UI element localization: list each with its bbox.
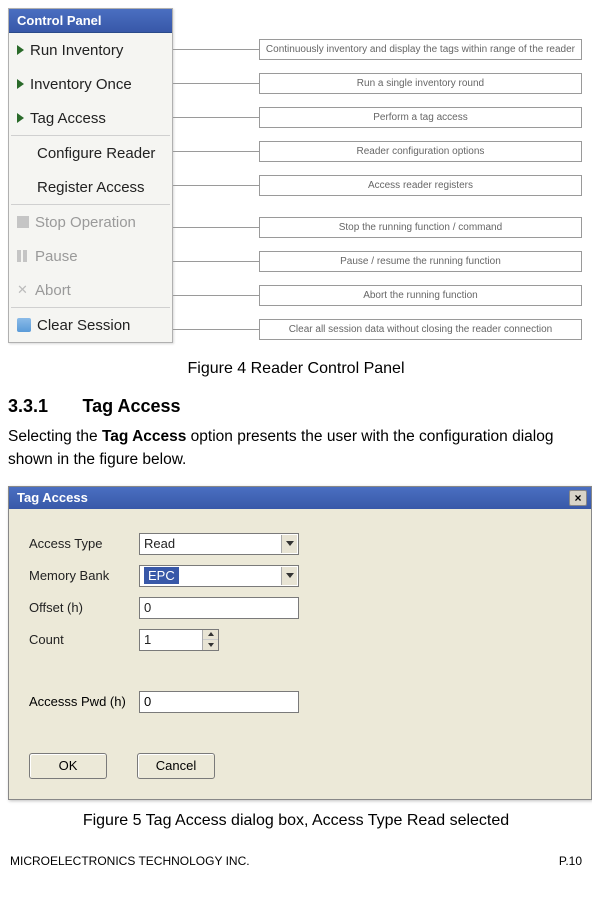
- clear-session-icon: [17, 318, 31, 332]
- close-button[interactable]: ×: [569, 490, 587, 506]
- memory-bank-select[interactable]: EPC: [139, 565, 299, 587]
- select-value: Read: [144, 536, 175, 551]
- spinner-up-icon[interactable]: [203, 630, 218, 641]
- panel-item-configure-reader[interactable]: Configure Reader: [9, 136, 172, 170]
- label-offset: Offset (h): [29, 600, 139, 615]
- section-number: 3.3.1: [8, 396, 48, 416]
- panel-item-label: Pause: [35, 248, 78, 265]
- panel-item-label: Run Inventory: [30, 42, 123, 59]
- callout-text: Pause / resume the running function: [259, 251, 582, 272]
- input-value: 0: [144, 694, 151, 709]
- panel-item-label: Clear Session: [37, 317, 130, 334]
- panel-item-register-access[interactable]: Register Access: [9, 170, 172, 204]
- panel-item-run-inventory[interactable]: Run Inventory: [9, 33, 172, 67]
- play-icon: [17, 45, 24, 55]
- callout-text: Continuously inventory and display the t…: [259, 39, 582, 60]
- access-pwd-input[interactable]: 0: [139, 691, 299, 713]
- spinner-down-icon[interactable]: [203, 640, 218, 650]
- callout-text: Perform a tag access: [259, 107, 582, 128]
- spinner-value: 1: [144, 632, 151, 647]
- input-value: 0: [144, 600, 151, 615]
- count-spinner[interactable]: 1: [139, 629, 219, 651]
- callouts: Continuously inventory and display the t…: [173, 8, 584, 346]
- control-panel: Control Panel Run Inventory Inventory On…: [8, 8, 173, 343]
- panel-item-clear-session[interactable]: Clear Session: [9, 308, 172, 342]
- pause-icon: [17, 250, 29, 262]
- section-title: Tag Access: [83, 396, 181, 416]
- panel-item-inventory-once[interactable]: Inventory Once: [9, 67, 172, 101]
- panel-item-label: Abort: [35, 282, 71, 299]
- figure-caption: Figure 5 Tag Access dialog box, Access T…: [8, 812, 584, 830]
- callout-text: Access reader registers: [259, 175, 582, 196]
- panel-item-label: Tag Access: [30, 110, 106, 127]
- dialog-titlebar: Tag Access ×: [9, 487, 591, 509]
- offset-input[interactable]: 0: [139, 597, 299, 619]
- abort-icon: ✕: [17, 284, 29, 296]
- callout-text: Reader configuration options: [259, 141, 582, 162]
- control-panel-title: Control Panel: [9, 9, 172, 33]
- callout-text: Stop the running function / command: [259, 217, 582, 238]
- figure-caption: Figure 4 Reader Control Panel: [8, 360, 584, 378]
- dialog-title: Tag Access: [17, 490, 88, 505]
- section-body: Selecting the Tag Access option presents…: [8, 425, 584, 472]
- panel-item-label: Stop Operation: [35, 214, 136, 231]
- spinner-buttons[interactable]: [202, 630, 218, 650]
- panel-item-pause: Pause: [9, 239, 172, 273]
- label-memory-bank: Memory Bank: [29, 568, 139, 583]
- panel-item-abort: ✕ Abort: [9, 273, 172, 307]
- label-access-pwd: Accesss Pwd (h): [29, 694, 139, 709]
- stop-icon: [17, 216, 29, 228]
- section-heading: 3.3.1 Tag Access: [8, 396, 584, 417]
- label-count: Count: [29, 632, 139, 647]
- figure-reader-control-panel: Control Panel Run Inventory Inventory On…: [8, 8, 584, 346]
- access-type-select[interactable]: Read: [139, 533, 299, 555]
- play-icon: [17, 79, 24, 89]
- cancel-button[interactable]: Cancel: [137, 753, 215, 779]
- label-access-type: Access Type: [29, 536, 139, 551]
- callout-text: Clear all session data without closing t…: [259, 319, 582, 340]
- footer-left: MICROELECTRONICS TECHNOLOGY INC.: [10, 854, 250, 868]
- panel-item-label: Inventory Once: [30, 76, 132, 93]
- dialog-body: Access Type Read Memory Bank EPC Offset …: [9, 509, 591, 799]
- play-icon: [17, 113, 24, 123]
- panel-item-label: Configure Reader: [37, 145, 155, 162]
- blank-icon: [17, 180, 31, 194]
- select-value: EPC: [144, 567, 179, 584]
- page-footer: MICROELECTRONICS TECHNOLOGY INC. P.10: [8, 854, 584, 868]
- blank-icon: [17, 146, 31, 160]
- panel-item-stop-operation: Stop Operation: [9, 205, 172, 239]
- panel-item-label: Register Access: [37, 179, 145, 196]
- panel-item-tag-access[interactable]: Tag Access: [9, 101, 172, 135]
- tag-access-dialog: Tag Access × Access Type Read Memory Ban…: [8, 486, 592, 800]
- footer-right: P.10: [559, 854, 582, 868]
- chevron-down-icon: [281, 567, 297, 585]
- ok-button[interactable]: OK: [29, 753, 107, 779]
- callout-text: Abort the running function: [259, 285, 582, 306]
- chevron-down-icon: [281, 535, 297, 553]
- callout-text: Run a single inventory round: [259, 73, 582, 94]
